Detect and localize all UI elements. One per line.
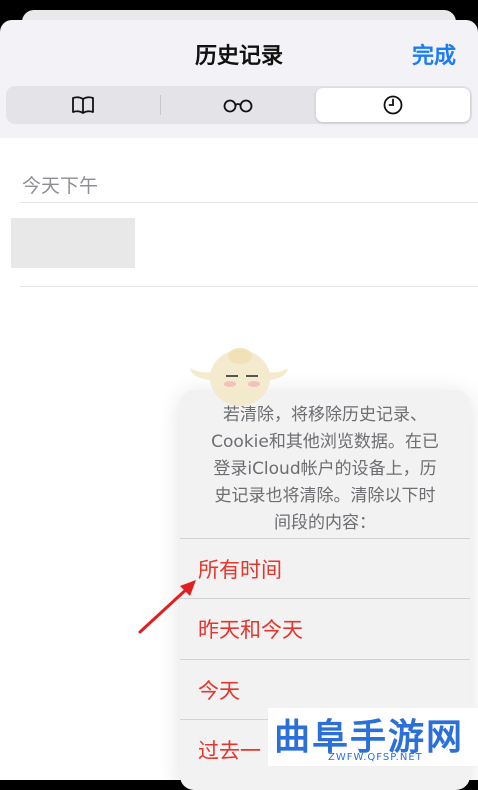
segmented-control	[6, 86, 472, 124]
message-line: Cookie和其他浏览数据。在已	[211, 432, 439, 452]
done-button[interactable]: 完成	[412, 38, 456, 70]
tab-reading-list[interactable]	[161, 88, 315, 122]
site-watermark: 曲阜手游网 ZWFW.QFSP.NET	[268, 708, 478, 766]
option-all-time[interactable]: 所有时间	[180, 538, 470, 598]
watermark-url: ZWFW.QFSP.NET	[328, 752, 423, 763]
red-arrow-annotation-icon	[138, 580, 196, 634]
clock-icon	[383, 95, 403, 115]
message-line: 登录iCloud帐户的设备上，历	[213, 459, 437, 479]
tab-history[interactable]	[315, 88, 470, 122]
option-yesterday-and-today[interactable]: 昨天和今天	[180, 598, 470, 658]
clear-history-message: 若清除，将移除历史记录、 Cookie和其他浏览数据。在已 登录iCloud帐户…	[190, 402, 460, 537]
divider	[20, 286, 478, 287]
reading-glasses-icon	[224, 99, 253, 113]
message-line: 史记录也将清除。清除以下时	[214, 486, 436, 506]
page-title: 历史记录	[194, 44, 283, 69]
nav-bar: 历史记录 完成	[0, 20, 478, 82]
tab-bookmarks[interactable]	[6, 88, 160, 122]
message-line: 间段的内容：	[274, 513, 376, 533]
section-header: 今天下午	[22, 175, 99, 197]
mascot-watermark-icon	[190, 348, 288, 406]
book-icon	[72, 96, 95, 114]
history-item-thumbnail[interactable]	[11, 218, 135, 268]
divider	[20, 202, 478, 203]
